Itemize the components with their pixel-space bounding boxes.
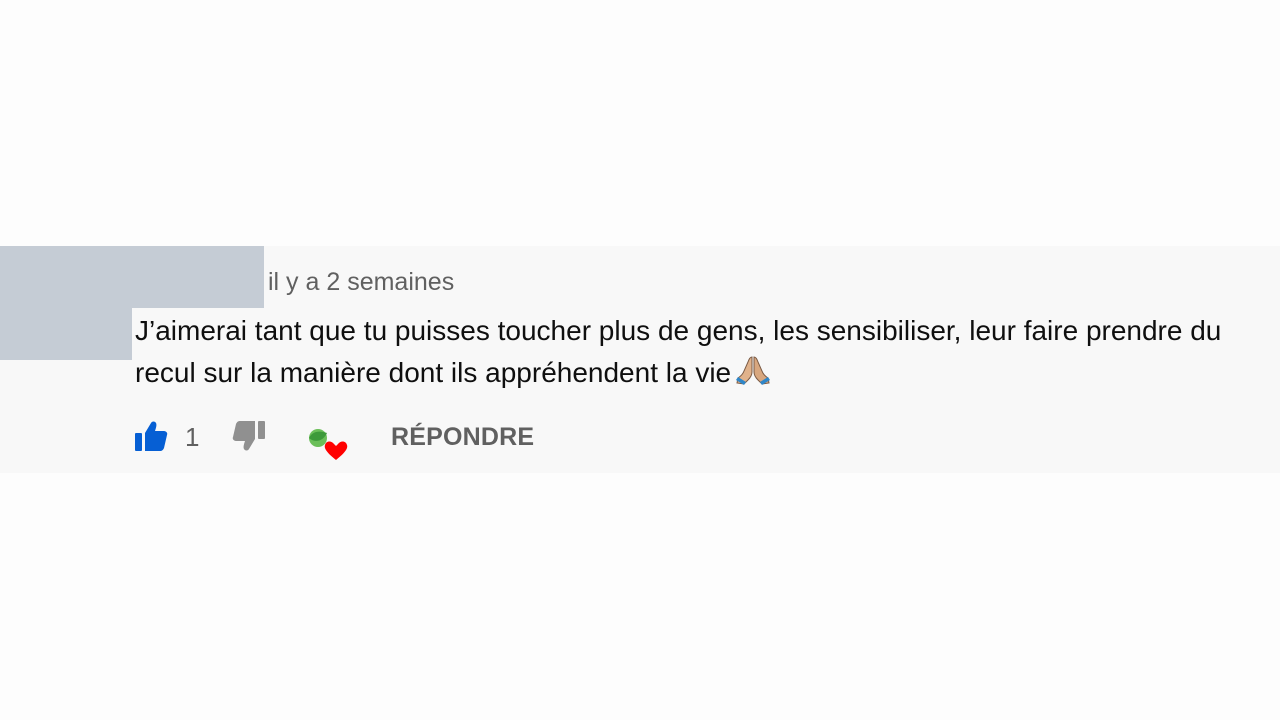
comment-action-bar: 1 RÉPONDRE <box>0 416 1280 460</box>
comment-body: J’aimerai tant que tu puisses toucher pl… <box>135 310 1265 394</box>
creator-heart-icon <box>309 429 348 460</box>
thumb-up-icon <box>135 421 168 451</box>
dislike-button[interactable] <box>232 420 268 456</box>
like-count: 1 <box>185 422 200 452</box>
redacted-avatar-area <box>0 308 132 360</box>
folded-hands-icon <box>735 354 771 386</box>
comment-text: J’aimerai tant que tu puisses toucher pl… <box>135 315 1222 388</box>
creator-heart[interactable] <box>306 420 350 464</box>
comment-thread: il y a 2 semaines J’aimerai tant que tu … <box>0 246 1280 473</box>
comment-timestamp[interactable]: il y a 2 semaines <box>268 266 454 298</box>
reply-button[interactable]: RÉPONDRE <box>391 421 534 453</box>
like-button[interactable] <box>134 420 170 456</box>
redacted-author-area <box>0 246 264 308</box>
thumb-down-icon <box>232 421 265 451</box>
